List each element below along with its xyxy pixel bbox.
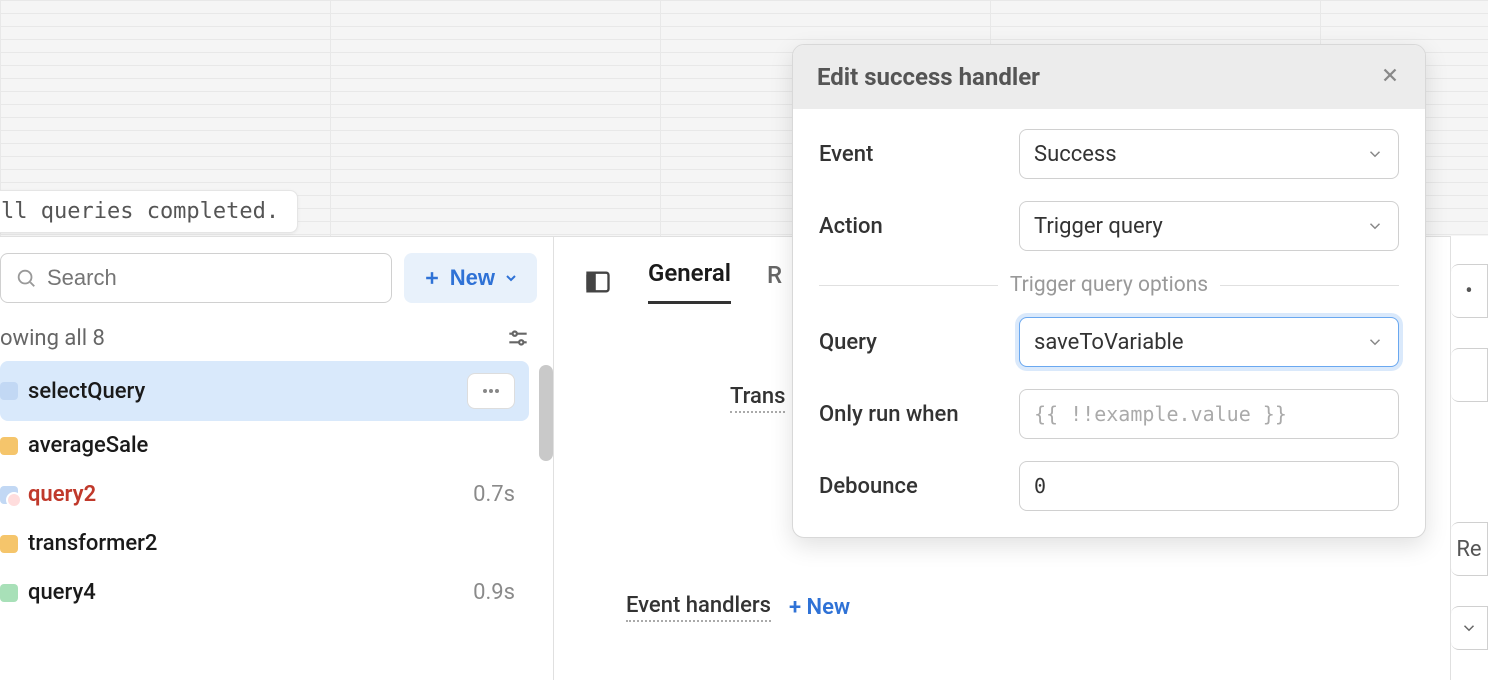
- search-input[interactable]: [47, 265, 377, 291]
- dots-icon: [479, 379, 503, 403]
- chevron-down-icon: [1366, 145, 1384, 163]
- event-handlers-label: Event handlers: [626, 593, 771, 622]
- query-item-query4[interactable]: query4 0.9s: [0, 568, 529, 617]
- search-input-wrapper[interactable]: [0, 253, 392, 303]
- field-debounce: Debounce: [819, 461, 1399, 511]
- right-box-1[interactable]: •: [1451, 264, 1488, 318]
- query-list: selectQuery averageSale query2 0.7s tran…: [0, 361, 553, 680]
- event-handlers-new[interactable]: + New: [789, 595, 850, 620]
- more-button[interactable]: [467, 373, 515, 409]
- action-label: Action: [819, 214, 1019, 239]
- query-value: saveToVariable: [1034, 330, 1184, 355]
- debounce-label: Debounce: [819, 474, 1019, 499]
- panel-icon[interactable]: [584, 268, 612, 296]
- query-list-panel: New owing all 8 selectQuery averageSale: [0, 237, 554, 680]
- chevron-down-icon: [1366, 333, 1384, 351]
- tab-second[interactable]: R: [767, 261, 782, 303]
- debounce-input[interactable]: [1034, 474, 1384, 498]
- divider-line: [1220, 285, 1399, 286]
- query-time: 0.9s: [473, 580, 515, 605]
- query-name: query2: [28, 482, 463, 507]
- chevron-down-icon: [503, 270, 519, 286]
- event-value: Success: [1034, 142, 1117, 167]
- options-divider: Trigger query options: [819, 273, 1399, 297]
- field-query: Query saveToVariable: [819, 317, 1399, 367]
- query-select[interactable]: saveToVariable: [1019, 317, 1399, 367]
- query-type-icon: [0, 535, 18, 553]
- event-select[interactable]: Success: [1019, 129, 1399, 179]
- query-type-icon: [0, 382, 18, 400]
- query-item-selectquery[interactable]: selectQuery: [0, 361, 529, 421]
- edit-handler-popover: Edit success handler Event Success Actio…: [792, 44, 1426, 538]
- tab-general[interactable]: General: [648, 259, 731, 304]
- popover-body: Event Success Action Trigger query Trigg…: [793, 109, 1425, 537]
- close-button[interactable]: [1379, 64, 1401, 90]
- query-type-icon: [0, 437, 18, 455]
- only-run-label: Only run when: [819, 402, 1019, 427]
- new-button[interactable]: New: [404, 253, 537, 303]
- divider-label: Trigger query options: [1010, 273, 1208, 297]
- query-label: Query: [819, 330, 1019, 355]
- event-label: Event: [819, 142, 1019, 167]
- chevron-down-icon: [1460, 619, 1478, 637]
- action-value: Trigger query: [1034, 214, 1163, 239]
- debounce-input-wrapper[interactable]: [1019, 461, 1399, 511]
- query-item-averagesale[interactable]: averageSale: [0, 421, 529, 470]
- right-box-arrow[interactable]: [1451, 606, 1488, 650]
- query-name: selectQuery: [28, 379, 457, 404]
- scrollbar-thumb[interactable]: [539, 365, 553, 461]
- chevron-down-icon: [1366, 217, 1384, 235]
- query-toolbar: New: [0, 237, 553, 319]
- field-event: Event Success: [819, 129, 1399, 179]
- right-sidebar: • Re: [1450, 236, 1488, 680]
- popover-title: Edit success handler: [817, 63, 1040, 91]
- transform-label: Trans: [730, 384, 785, 413]
- query-item-transformer2[interactable]: transformer2: [0, 519, 529, 568]
- new-button-label: New: [450, 265, 495, 291]
- right-box-re[interactable]: Re: [1451, 522, 1488, 576]
- field-action: Action Trigger query: [819, 201, 1399, 251]
- close-icon: [1379, 64, 1401, 86]
- query-name: transformer2: [28, 531, 505, 556]
- query-time: 0.7s: [473, 482, 515, 507]
- query-name: averageSale: [28, 433, 505, 458]
- field-only-run: Only run when: [819, 389, 1399, 439]
- filter-icon[interactable]: [505, 325, 531, 351]
- showing-label: owing all 8: [0, 326, 105, 351]
- divider-line: [819, 285, 998, 286]
- event-handlers-row: Event handlers + New: [626, 593, 1488, 622]
- plus-icon: [422, 268, 442, 288]
- query-item-query2[interactable]: query2 0.7s: [0, 470, 529, 519]
- popover-header: Edit success handler: [793, 45, 1425, 109]
- right-box-2[interactable]: [1451, 348, 1488, 402]
- search-icon: [15, 267, 37, 289]
- query-type-icon: [0, 486, 18, 504]
- only-run-input[interactable]: [1034, 402, 1384, 426]
- query-name: query4: [28, 580, 463, 605]
- query-type-icon: [0, 584, 18, 602]
- status-message: ll queries completed.: [0, 190, 298, 233]
- showing-count: owing all 8: [0, 319, 553, 361]
- only-run-input-wrapper[interactable]: [1019, 389, 1399, 439]
- action-select[interactable]: Trigger query: [1019, 201, 1399, 251]
